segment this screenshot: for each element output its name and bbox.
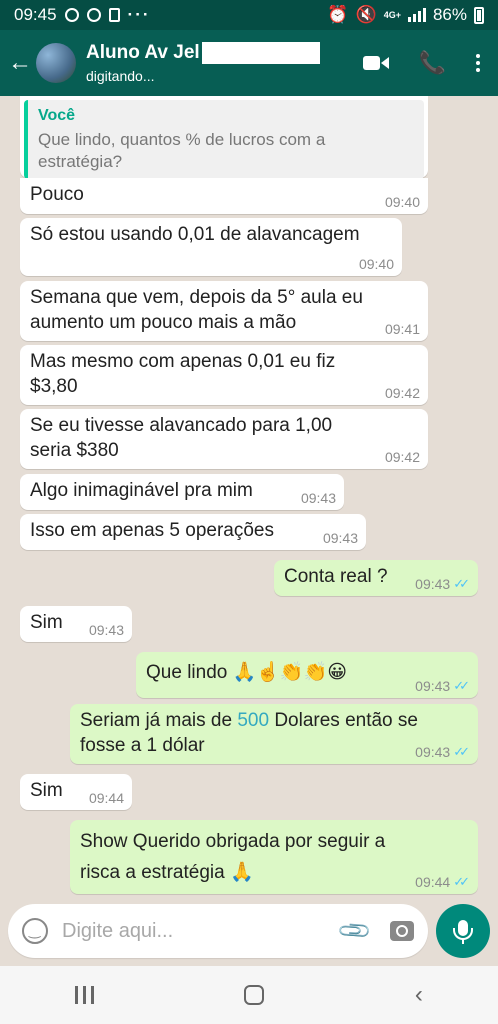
more-options-icon[interactable] [476,54,480,72]
video-call-icon[interactable] [362,55,389,71]
message-time: 09:42 [384,385,420,401]
more-notifications-icon: ··· [127,5,151,24]
message-time: 09:40 [384,194,420,210]
message-composer: Digite aqui... 📎 [8,904,428,958]
contact-avatar[interactable] [36,43,76,83]
message-bubble-outgoing[interactable]: Seriam já mais de 500 Dolares então se f… [70,704,478,764]
message-bubble[interactable]: Sim 09:43 [20,606,132,642]
recent-apps-icon[interactable] [75,986,95,1004]
message-time: 09:44 ✓✓ [415,874,470,890]
message-text: Sim [30,780,63,801]
signal-icon [407,8,426,22]
message-input[interactable]: Digite aqui... [62,920,341,943]
document-icon [108,8,120,22]
typing-status: digitando... [86,68,155,84]
message-time: 09:43 [88,622,124,638]
message-bubble[interactable]: Algo inimaginável pra mim 09:43 [20,474,344,510]
message-text: Sim [30,612,63,633]
battery-percent: 86% [432,5,467,24]
globe-icon [86,8,101,22]
back-arrow-icon[interactable]: ← [0,49,34,77]
network-type: 4G+ [383,10,401,20]
quoted-message[interactable]: Você Que lindo, quantos % de lucros com … [24,100,424,179]
double-check-icon: ✓✓ [453,678,470,693]
status-bar: 09:45 ··· ⏰ 🔇 4G+ 86% [0,0,498,30]
message-bubble-outgoing[interactable]: Show Querido obrigada por seguir a risca… [70,820,478,894]
paperclip-icon[interactable]: 📎 [335,912,373,950]
double-check-icon: ✓✓ [453,744,470,759]
message-text: Que lindo 🙏☝️👏👏😀 [146,662,348,683]
message-bubble[interactable]: Mas mesmo com apenas 0,01 eu fiz $3,80 0… [20,345,428,405]
message-text: Conta real ? [284,566,388,587]
phone-icon[interactable]: 📞 [419,50,446,76]
message-time: 09:43 ✓✓ [415,576,470,592]
message-time: 09:43 ✓✓ [415,678,470,694]
number-link[interactable]: 500 [237,710,269,731]
message-bubble-quote[interactable]: Você Que lindo, quantos % de lucros com … [20,96,428,179]
status-time: 09:45 [14,5,57,24]
message-text: Show Querido obrigada por seguir a risca… [80,831,386,883]
message-text: Semana que vem, depois da 5° aula eu aum… [30,287,363,333]
message-time: 09:42 [384,449,420,465]
message-bubble[interactable]: Se eu tivesse alavancado para 1,00 seria… [20,409,428,469]
emoji-icon[interactable] [22,918,48,944]
nav-back-icon[interactable]: ‹ [415,981,423,1009]
chat-header: ← Aluno Av Jel digitando... 📞 [0,30,498,96]
name-redaction [201,42,320,64]
message-bubble[interactable]: Só estou usando 0,01 de alavancagem 09:4… [20,218,402,276]
contact-info[interactable]: Aluno Av Jel digitando... [86,42,363,84]
microphone-button[interactable] [436,904,490,958]
message-text: Pouco [30,184,84,205]
message-text: Seriam já mais de 500 Dolares então se f… [80,710,418,756]
message-time: 09:44 [88,790,124,806]
message-bubble[interactable]: Isso em apenas 5 operações 09:43 [20,514,366,550]
microphone-icon [453,920,473,944]
home-icon[interactable] [244,985,265,1005]
message-text: Isso em apenas 5 operações [30,520,274,541]
quoted-author: Você [38,107,76,124]
quoted-text: Que lindo, quantos % de lucros com a est… [38,130,326,171]
double-check-icon: ✓✓ [453,576,470,591]
battery-icon [474,6,484,24]
message-bubble[interactable]: Semana que vem, depois da 5° aula eu aum… [20,281,428,341]
contact-name-text: Aluno Av Jel [86,42,200,63]
message-bubble[interactable]: Pouco 09:40 [20,178,428,214]
message-time: 09:43 ✓✓ [415,744,470,760]
message-text: Algo inimaginável pra mim [30,480,253,501]
at-sign-icon [64,8,79,22]
message-time: 09:41 [384,321,420,337]
mute-icon: 🔇 [355,5,377,24]
message-time: 09:40 [358,256,394,272]
message-text: Mas mesmo com apenas 0,01 eu fiz $3,80 [30,351,336,397]
message-text: Se eu tivesse alavancado para 1,00 seria… [30,415,333,461]
contact-name: Aluno Av Jel [86,42,363,64]
message-bubble-outgoing[interactable]: Conta real ? 09:43 ✓✓ [274,560,478,596]
message-time: 09:43 [322,530,358,546]
camera-icon[interactable] [390,921,414,941]
alarm-icon: ⏰ [327,5,349,24]
message-time: 09:43 [300,490,336,506]
android-nav-bar: ‹ [0,966,498,1024]
message-text: Só estou usando 0,01 de alavancagem [30,224,360,245]
message-bubble[interactable]: Sim 09:44 [20,774,132,810]
double-check-icon: ✓✓ [453,874,470,889]
message-bubble-outgoing[interactable]: Que lindo 🙏☝️👏👏😀 09:43 ✓✓ [136,652,478,698]
